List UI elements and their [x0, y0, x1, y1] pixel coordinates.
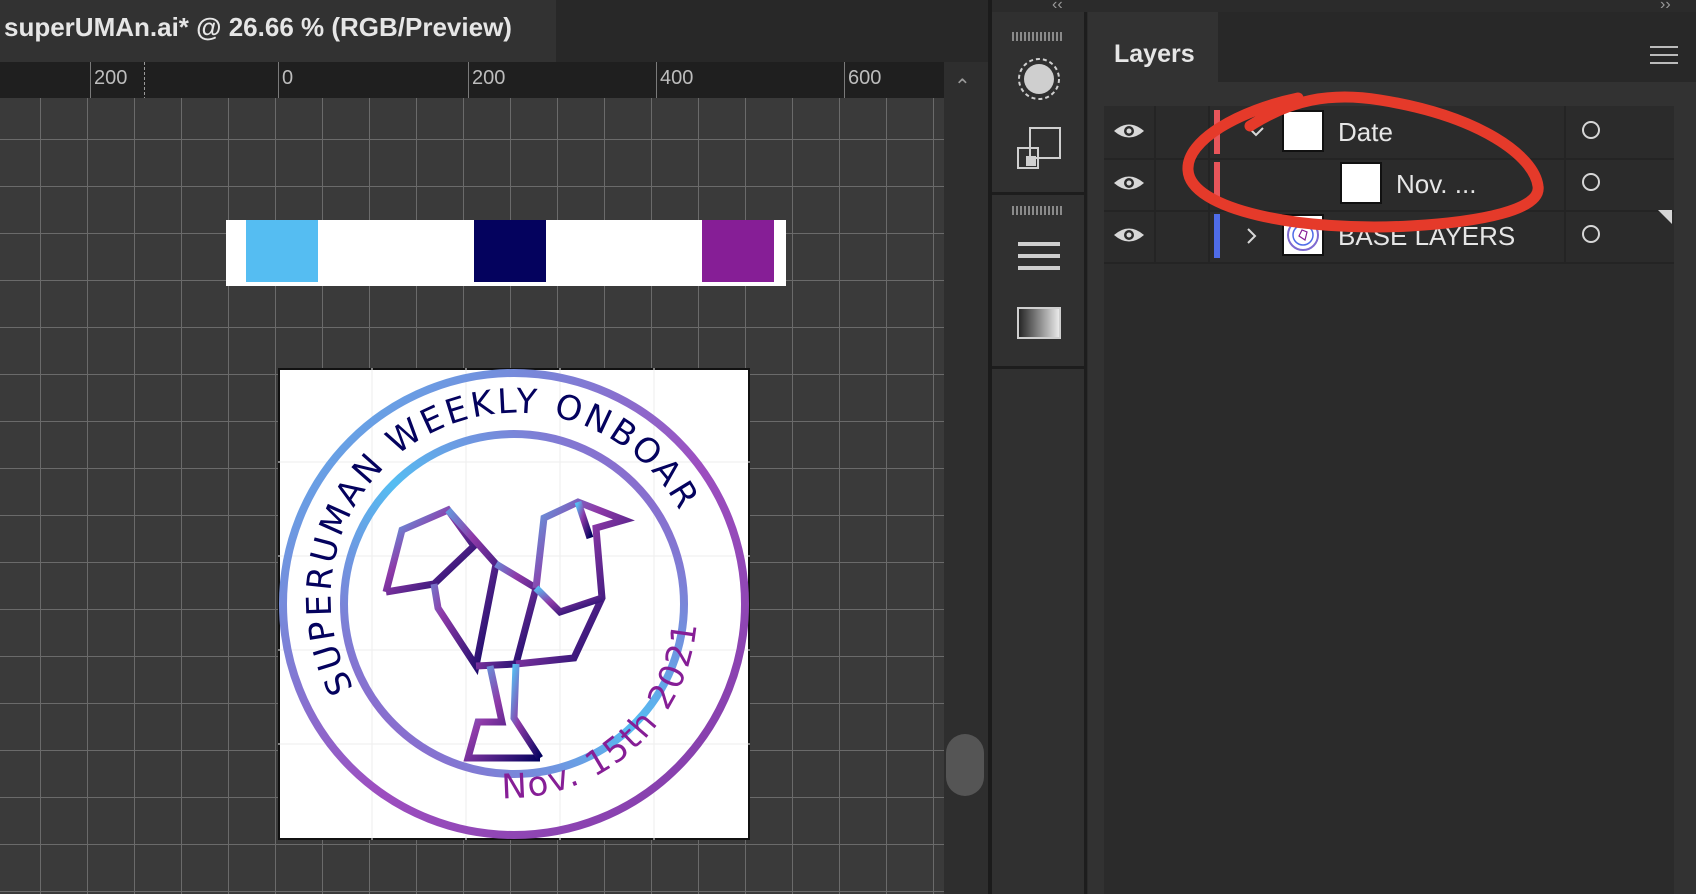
panel-menu-icon[interactable]	[1650, 46, 1678, 66]
column-separator	[1564, 106, 1566, 158]
swatch-navy[interactable]	[474, 220, 546, 282]
column-separator	[1564, 158, 1566, 210]
chevron-down-icon[interactable]	[1246, 122, 1266, 142]
layer-row-base-layers[interactable]: BASE LAYERS	[1104, 210, 1674, 264]
selection-corner-indicator	[1658, 210, 1672, 224]
layers-panel: Layers Date Nov. ... BASE LAYERS	[1088, 12, 1696, 894]
layer-thumbnail	[1282, 110, 1324, 152]
ruler-tick	[90, 62, 91, 98]
column-separator	[1154, 106, 1156, 158]
document-tab-title: superUMAn.ai* @ 26.66 % (RGB/Preview)	[4, 12, 512, 42]
layer-name[interactable]: Nov. ...	[1396, 169, 1476, 200]
badge-thumbnail-icon	[1287, 219, 1319, 251]
panel-header: Layers	[1088, 12, 1696, 82]
strip-separator	[992, 192, 1084, 195]
visibility-eye-icon[interactable]	[1112, 224, 1146, 246]
layers-list: Date Nov. ... BASE LAYERS	[1104, 106, 1674, 894]
swatch-light-blue[interactable]	[246, 220, 318, 282]
ruler-label: 0	[282, 67, 294, 89]
ruler-marker	[144, 62, 145, 98]
document-tab[interactable]: superUMAn.ai* @ 26.66 % (RGB/Preview)	[0, 0, 556, 62]
column-separator	[1154, 158, 1156, 210]
horizontal-ruler[interactable]: 200 0 200 400 600	[0, 62, 944, 99]
column-separator	[1208, 210, 1210, 262]
column-separator	[1564, 210, 1566, 262]
layer-row-nov[interactable]: Nov. ...	[1104, 158, 1674, 212]
ruler-label: 400	[660, 67, 694, 89]
transform-icon[interactable]	[1012, 122, 1066, 176]
swatch-purple[interactable]	[702, 220, 774, 282]
ruler-tick	[468, 62, 469, 98]
strip-separator	[992, 366, 1084, 369]
layers-tab-label: Layers	[1114, 40, 1195, 68]
document-tab-bar: superUMAn.ai* @ 26.66 % (RGB/Preview)	[0, 0, 988, 62]
layer-thumbnail	[1282, 214, 1324, 256]
artboard-canvas[interactable]: SUPERUMAN WEEKLY ONBOARDING Nov. 15th 20…	[0, 98, 944, 894]
ruler-label: 200	[472, 67, 506, 89]
layer-color-indicator	[1214, 214, 1220, 258]
appearance-icon[interactable]	[1012, 52, 1066, 106]
badge-artwork[interactable]: SUPERUMAN WEEKLY ONBOARDING Nov. 15th 20…	[278, 368, 750, 840]
vertical-scrollbar[interactable]: ⌃	[944, 62, 988, 894]
layer-name[interactable]: BASE LAYERS	[1338, 221, 1515, 252]
layer-target-icon[interactable]	[1582, 225, 1600, 243]
ruler-label: 200	[94, 67, 128, 89]
layer-color-indicator	[1214, 162, 1220, 206]
tab-layers[interactable]: Layers	[1088, 12, 1218, 82]
column-separator	[1208, 158, 1210, 210]
ruler-tick	[844, 62, 845, 98]
layer-row-date[interactable]: Date	[1104, 106, 1674, 160]
visibility-eye-icon[interactable]	[1112, 172, 1146, 194]
scroll-up-icon[interactable]: ⌃	[954, 74, 971, 99]
panel-icon-strip	[992, 12, 1087, 894]
visibility-eye-icon[interactable]	[1112, 120, 1146, 142]
gradient-icon[interactable]	[1012, 296, 1066, 350]
column-separator	[1154, 210, 1156, 262]
ruler-tick	[656, 62, 657, 98]
scrollbar-thumb[interactable]	[946, 734, 984, 796]
ruler-tick	[278, 62, 279, 98]
grip-handle[interactable]	[1012, 206, 1062, 215]
layer-thumbnail	[1340, 162, 1382, 204]
stroke-icon[interactable]	[1012, 230, 1066, 284]
column-separator	[1208, 106, 1210, 158]
ruler-label: 600	[848, 67, 882, 89]
layer-name[interactable]: Date	[1338, 117, 1393, 148]
layer-target-icon[interactable]	[1582, 121, 1600, 139]
grip-handle[interactable]	[1012, 32, 1062, 41]
chevron-right-icon[interactable]	[1242, 226, 1262, 246]
layer-target-icon[interactable]	[1582, 173, 1600, 191]
layer-color-indicator	[1214, 110, 1220, 154]
